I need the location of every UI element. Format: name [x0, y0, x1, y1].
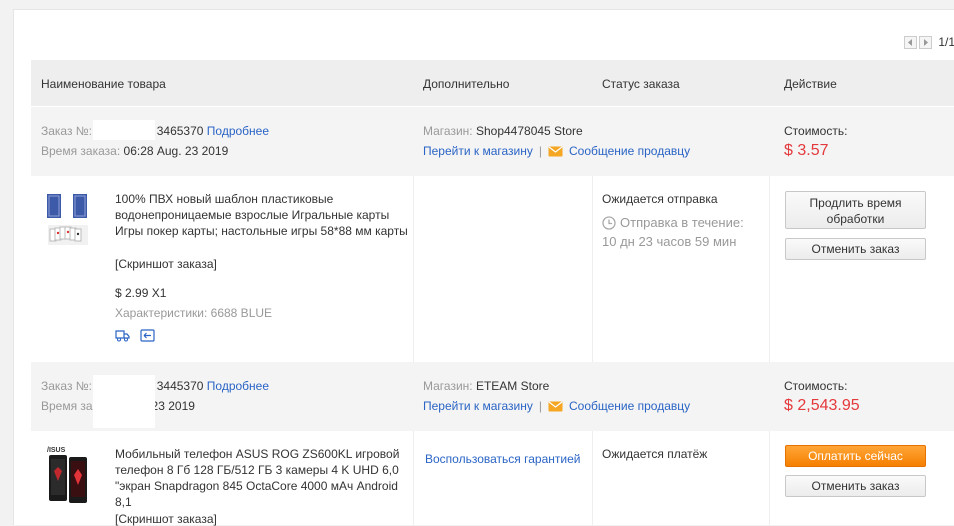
page-indicator: 1/1: [938, 35, 954, 49]
cost-label: Стоимость:: [784, 124, 848, 138]
chevron-left-icon: [908, 38, 913, 46]
cancel-order-button[interactable]: Отменить заказ: [785, 475, 926, 497]
delivery-truck-icon[interactable]: [115, 329, 130, 342]
characteristics-label: Характеристики:: [115, 306, 208, 320]
col-status: Статус заказа: [602, 77, 680, 91]
use-warranty-link[interactable]: Воспользоваться гарантией: [425, 452, 580, 466]
store-label: Магазин:: [423, 124, 473, 138]
table-header: Наименование товара Дополнительно Статус…: [31, 60, 954, 106]
item-price-qty: $ 2.99 X1: [115, 286, 167, 300]
extend-processing-time-button[interactable]: Продлить время обработки: [785, 191, 926, 229]
item-title[interactable]: 100% ПВХ новый шаблон пластиковые водоне…: [115, 191, 413, 239]
store-name: Shop4478045 Store: [475, 124, 583, 138]
separator: |: [538, 399, 542, 413]
separator: |: [538, 144, 542, 158]
envelope-icon: [548, 146, 563, 156]
order-status: Ожидается платёж: [602, 447, 708, 461]
col-action: Действие: [784, 77, 837, 91]
chevron-right-icon: [924, 38, 929, 46]
item-title[interactable]: Мобильный телефон ASUS ROG ZS600KL игров…: [115, 446, 413, 510]
message-seller-link[interactable]: Сообщение продавцу: [569, 144, 690, 158]
order-time: 06:28 Aug. 23 2019: [123, 144, 229, 158]
next-page-button[interactable]: [919, 35, 933, 49]
envelope-icon: [548, 401, 563, 411]
cost-value: $ 3.57: [784, 142, 829, 159]
col-extra: Дополнительно: [423, 77, 510, 91]
return-icon[interactable]: [140, 329, 155, 342]
message-seller-link[interactable]: Сообщение продавцу: [569, 399, 690, 413]
orders-panel: 1/1 Наименование товара Дополнительно Ст…: [13, 9, 954, 526]
order-time-label: Время заказа:: [41, 144, 121, 158]
order-details-link[interactable]: Подробнее: [207, 124, 269, 138]
order-header: Заказ №: 3465370 Подробнее Время заказа:…: [31, 107, 954, 176]
pay-now-button[interactable]: Оплатить сейчас: [785, 445, 926, 467]
store-label: Магазин:: [423, 379, 473, 393]
order-status: Ожидается отправка: [602, 192, 718, 206]
order-number: 3465370: [156, 124, 204, 138]
cost-value: $ 2,543.95: [784, 397, 860, 414]
order-number: 3445370: [156, 379, 204, 393]
order-item: 100% ПВХ новый шаблон пластиковые водоне…: [31, 176, 954, 362]
redaction-mask: [93, 375, 155, 428]
cost-label: Стоимость:: [784, 379, 848, 393]
cancel-order-button[interactable]: Отменить заказ: [785, 238, 926, 260]
countdown-value: 10 дн 23 часов 59 мин: [602, 234, 737, 249]
playing-cards-thumbnail[interactable]: [45, 193, 93, 247]
order-snapshot-link[interactable]: [Скриншот заказа]: [115, 257, 217, 271]
pager: 1/1: [904, 35, 954, 49]
go-to-store-link[interactable]: Перейти к магазину: [423, 399, 533, 413]
clock-icon: [602, 215, 616, 230]
characteristics-value: 6688 BLUE: [210, 306, 273, 320]
countdown-label: Отправка в течение:: [620, 215, 744, 230]
phone-thumbnail[interactable]: /ISUS: [45, 445, 89, 505]
order-details-link[interactable]: Подробнее: [207, 379, 269, 393]
order-item: /ISUS Мобильный телефон ASUS ROG ZS600KL…: [31, 431, 954, 526]
order-header: Заказ №: 3445370 Подробнее Время заказа:…: [31, 362, 954, 431]
go-to-store-link[interactable]: Перейти к магазину: [423, 144, 533, 158]
order-number-label: Заказ №:: [41, 124, 93, 138]
store-name: ETEAM Store: [475, 379, 550, 393]
brand-logo: /ISUS: [47, 447, 66, 454]
col-product: Наименование товара: [41, 77, 166, 91]
redaction-mask: [93, 120, 155, 140]
order-number-label: Заказ №:: [41, 379, 93, 393]
prev-page-button[interactable]: [904, 35, 918, 49]
